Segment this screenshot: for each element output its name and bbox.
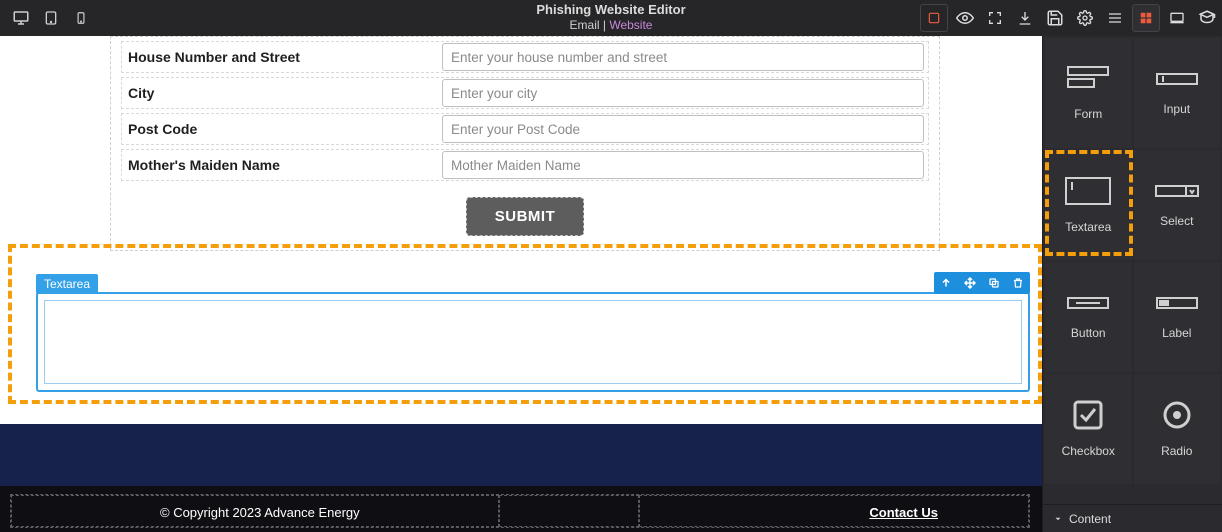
submit-button[interactable]: SUBMIT (466, 197, 585, 236)
tile-select[interactable]: Select (1134, 150, 1221, 260)
select-parent-icon[interactable] (934, 272, 958, 294)
footer-col-left: © Copyright 2023 Advance Energy (11, 495, 499, 527)
form-row-city: City (121, 77, 929, 109)
contact-us-link[interactable]: Contact Us (869, 505, 938, 520)
device-phone-icon[interactable] (66, 0, 96, 36)
label-city: City (122, 85, 438, 101)
rail-section-content[interactable]: Content (1043, 504, 1222, 532)
outline-toggle-icon[interactable] (920, 4, 948, 32)
help-icon[interactable] (1192, 0, 1222, 36)
form-row-maiden: Mother's Maiden Name (121, 149, 929, 181)
download-icon[interactable] (1010, 0, 1040, 36)
copyright-text: © Copyright 2023 Advance Energy (160, 505, 360, 520)
tile-checkbox[interactable]: Checkbox (1045, 374, 1132, 484)
form-row-postcode: Post Code (121, 113, 929, 145)
tile-label[interactable]: Label (1134, 262, 1221, 372)
blocks-icon[interactable] (1132, 4, 1160, 32)
tab-email[interactable]: Email (570, 18, 600, 32)
tile-textarea[interactable]: Textarea (1045, 150, 1132, 260)
tab-website[interactable]: Website (609, 18, 652, 32)
tile-input[interactable]: Input (1134, 38, 1221, 148)
footer-columns: © Copyright 2023 Advance Energy Contact … (10, 494, 1030, 528)
editor-canvas[interactable]: House Number and Street City Post Code M… (0, 36, 1042, 532)
preview-icon[interactable] (950, 0, 980, 36)
tile-button[interactable]: Button (1045, 262, 1132, 372)
device-desktop-icon[interactable] (6, 0, 36, 36)
input-maiden[interactable] (442, 151, 924, 179)
footer-col-right: Contact Us (639, 495, 1029, 527)
label-street: House Number and Street (122, 49, 438, 65)
input-street[interactable] (442, 43, 924, 71)
delete-icon[interactable] (1006, 272, 1030, 294)
input-city[interactable] (442, 79, 924, 107)
input-postcode[interactable] (442, 115, 924, 143)
footer-col-mid (499, 495, 639, 527)
save-icon[interactable] (1040, 0, 1070, 36)
footer-navy-band (0, 424, 1042, 486)
selected-textarea-block[interactable]: Textarea (36, 292, 1030, 392)
move-icon[interactable] (958, 272, 982, 294)
copy-icon[interactable] (982, 272, 1006, 294)
menu-icon[interactable] (1100, 0, 1130, 36)
selection-tag: Textarea (36, 274, 98, 294)
form-row-street: House Number and Street (121, 41, 929, 73)
fullscreen-icon[interactable] (980, 0, 1010, 36)
blocks-rail: Form Input Textarea Select Button Label (1042, 36, 1222, 532)
chevron-down-icon (1053, 514, 1063, 524)
form-panel: House Number and Street City Post Code M… (110, 36, 940, 251)
settings-icon[interactable] (1070, 0, 1100, 36)
textarea-inner[interactable] (44, 300, 1022, 384)
device-tablet-icon[interactable] (36, 0, 66, 36)
tab-separator: | (600, 18, 610, 32)
canvas-icon[interactable] (1162, 0, 1192, 36)
tile-radio[interactable]: Radio (1134, 374, 1221, 484)
app-title: Phishing Website Editor (536, 2, 685, 17)
tile-form[interactable]: Form (1045, 38, 1132, 148)
label-maiden: Mother's Maiden Name (122, 157, 438, 173)
label-postcode: Post Code (122, 121, 438, 137)
topbar: Phishing Website Editor Email | Website (0, 0, 1222, 36)
selection-toolbar (934, 272, 1030, 294)
